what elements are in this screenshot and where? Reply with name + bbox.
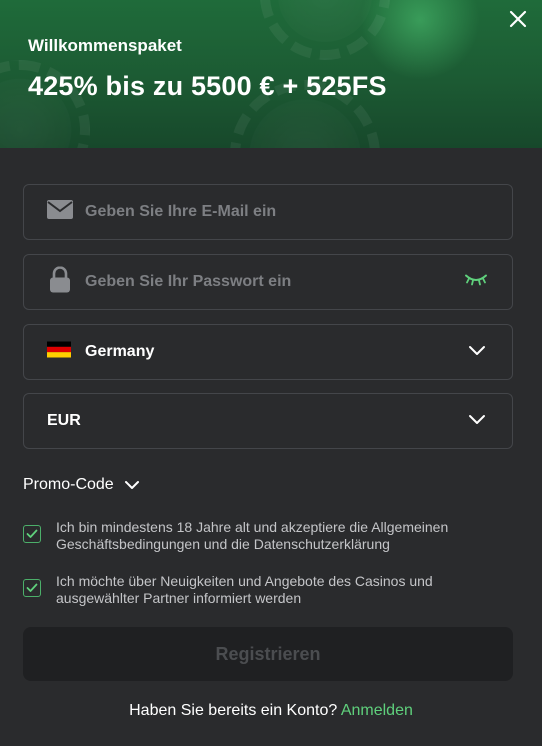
password-placeholder: Geben Sie Ihr Passwort ein [85,273,292,290]
terms-checkbox[interactable] [23,525,41,543]
newsletter-checkbox[interactable] [23,579,41,597]
promo-banner: Willkommenspaket 425% bis zu 5500 € + 52… [0,0,542,148]
currency-value: EUR [47,412,81,429]
login-link[interactable]: Anmelden [341,702,413,719]
banner-title: 425% bis zu 5500 € + 525FS [28,71,387,101]
country-value: Germany [85,343,155,360]
checkmark-icon [26,529,38,538]
mail-icon [47,200,73,224]
promo-code-label: Promo-Code [23,476,114,493]
promo-code-toggle[interactable]: Promo-Code [23,473,140,497]
close-button[interactable] [505,6,531,32]
currency-select[interactable]: EUR [23,393,513,449]
eye-closed-icon[interactable] [464,273,488,292]
banner-subtitle: Willkommenspaket [28,36,182,55]
email-placeholder: Geben Sie Ihre E-Mail ein [85,203,277,220]
password-field[interactable]: Geben Sie Ihr Passwort ein [23,254,513,310]
email-field[interactable]: Geben Sie Ihre E-Mail ein [23,184,513,240]
login-prompt: Haben Sie bereits ein Konto? Anmelden [0,702,542,720]
terms-consent-row: Ich bin mindestens 18 Jahre alt und akze… [23,519,513,553]
terms-checkbox-label: Ich bin mindestens 18 Jahre alt und akze… [56,519,449,552]
chevron-down-icon [468,343,486,361]
country-select[interactable]: Germany [23,324,513,380]
newsletter-consent-row: Ich möchte über Neuigkeiten und Angebote… [23,573,513,607]
checkmark-icon [26,583,38,592]
chevron-down-icon [124,481,139,489]
login-prompt-text: Haben Sie bereits ein Konto? [129,702,341,719]
register-button[interactable]: Registrieren [23,627,513,681]
lock-icon [50,266,70,298]
newsletter-checkbox-label: Ich möchte über Neuigkeiten und Angebote… [56,573,433,606]
close-icon [509,10,527,28]
germany-flag-icon [47,341,71,363]
chevron-down-icon [468,412,486,430]
